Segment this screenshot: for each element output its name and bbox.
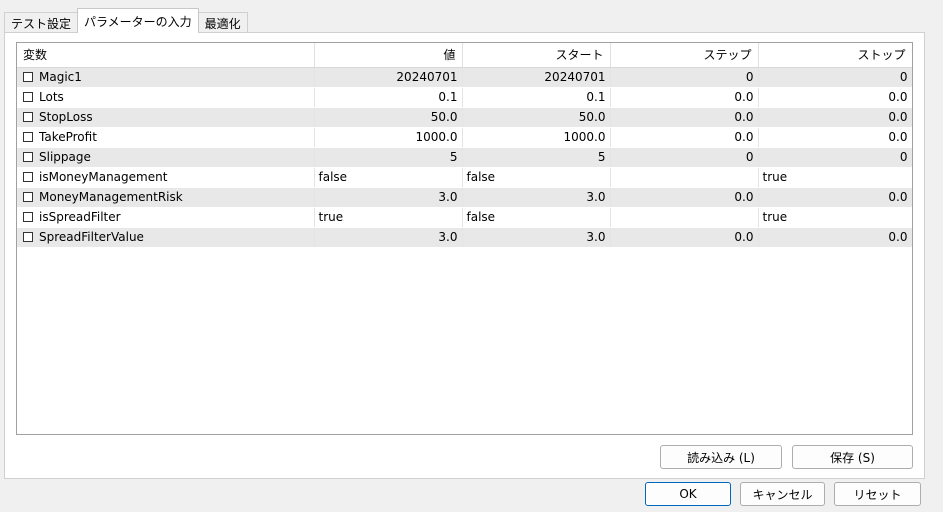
step-cell[interactable]: 0.0	[610, 87, 759, 108]
variable-cell[interactable]: TakeProfit	[17, 127, 315, 148]
optimize-checkbox[interactable]	[23, 232, 33, 242]
parameter-panel: 変数 値 スタート ステップ ストップ Magic1 20240701 2024…	[4, 32, 925, 479]
column-header-value[interactable]: 値	[314, 43, 463, 68]
table-row[interactable]: MoneyManagementRisk 3.0 3.0 0.0 0.0	[17, 187, 912, 208]
value-cell[interactable]: 1000.0	[314, 127, 463, 148]
variable-name: Magic1	[39, 70, 82, 84]
variable-cell[interactable]: MoneyManagementRisk	[17, 187, 315, 208]
variable-name: SpreadFilterValue	[39, 230, 144, 244]
tab-test-settings[interactable]: テスト設定	[4, 12, 79, 33]
stop-cell[interactable]: 0	[758, 147, 912, 168]
parameter-dialog: テスト設定 パラメーターの入力 最適化 変数 値 スタート ステップ ストップ	[0, 0, 943, 512]
stop-cell[interactable]: 0.0	[758, 107, 912, 128]
stop-cell[interactable]: 0.0	[758, 87, 912, 108]
start-cell[interactable]: false	[462, 207, 611, 228]
tab-parameter-input[interactable]: パラメーターの入力	[77, 8, 199, 33]
save-button[interactable]: 保存 (S)	[792, 445, 913, 469]
stop-cell[interactable]: 0	[758, 67, 912, 88]
variable-name: isMoneyManagement	[39, 170, 168, 184]
step-cell[interactable]: 0.0	[610, 127, 759, 148]
column-header-start[interactable]: スタート	[462, 43, 611, 68]
column-header-step[interactable]: ステップ	[610, 43, 759, 68]
optimize-checkbox[interactable]	[23, 212, 33, 222]
column-header-stop[interactable]: ストップ	[758, 43, 912, 68]
table-row[interactable]: Slippage 5 5 0 0	[17, 147, 912, 168]
value-cell[interactable]: 50.0	[314, 107, 463, 128]
variable-name: StopLoss	[39, 110, 93, 124]
load-button[interactable]: 読み込み (L)	[660, 445, 782, 469]
stop-cell[interactable]: true	[758, 167, 912, 188]
value-cell[interactable]: 3.0	[314, 227, 463, 248]
variable-cell[interactable]: Magic1	[17, 67, 315, 88]
variable-name: MoneyManagementRisk	[39, 190, 183, 204]
step-cell[interactable]: 0.0	[610, 107, 759, 128]
value-cell[interactable]: 5	[314, 147, 463, 168]
table-row[interactable]: TakeProfit 1000.0 1000.0 0.0 0.0	[17, 127, 912, 148]
step-cell[interactable]: 0.0	[610, 227, 759, 248]
variable-cell[interactable]: SpreadFilterValue	[17, 227, 315, 248]
variable-name: Slippage	[39, 150, 91, 164]
variable-cell[interactable]: isMoneyManagement	[17, 167, 315, 188]
start-cell[interactable]: 3.0	[462, 227, 611, 248]
variable-name: Lots	[39, 90, 64, 104]
variable-cell[interactable]: StopLoss	[17, 107, 315, 128]
variable-cell[interactable]: isSpreadFilter	[17, 207, 315, 228]
start-cell[interactable]: false	[462, 167, 611, 188]
start-cell[interactable]: 20240701	[462, 67, 611, 88]
variable-cell[interactable]: Slippage	[17, 147, 315, 168]
optimize-checkbox[interactable]	[23, 152, 33, 162]
optimize-checkbox[interactable]	[23, 192, 33, 202]
start-cell[interactable]: 3.0	[462, 187, 611, 208]
ok-button[interactable]: OK	[645, 482, 731, 506]
table-row[interactable]: isSpreadFilter true false true	[17, 207, 912, 228]
variable-name: TakeProfit	[39, 130, 97, 144]
start-cell[interactable]: 5	[462, 147, 611, 168]
header-row: 変数 値 スタート ステップ ストップ	[17, 43, 912, 68]
start-cell[interactable]: 1000.0	[462, 127, 611, 148]
tab-optimization[interactable]: 最適化	[197, 12, 248, 33]
table-row[interactable]: Lots 0.1 0.1 0.0 0.0	[17, 87, 912, 108]
step-cell[interactable]: 0.0	[610, 187, 759, 208]
value-cell[interactable]: 20240701	[314, 67, 463, 88]
value-cell[interactable]: 0.1	[314, 87, 463, 108]
stop-cell[interactable]: 0.0	[758, 227, 912, 248]
parameter-grid: 変数 値 スタート ステップ ストップ Magic1 20240701 2024…	[16, 42, 913, 435]
table-row[interactable]: StopLoss 50.0 50.0 0.0 0.0	[17, 107, 912, 128]
cancel-button[interactable]: キャンセル	[740, 482, 825, 506]
step-cell[interactable]	[610, 167, 759, 188]
reset-button[interactable]: リセット	[834, 482, 921, 506]
value-cell[interactable]: false	[314, 167, 463, 188]
optimize-checkbox[interactable]	[23, 132, 33, 142]
start-cell[interactable]: 50.0	[462, 107, 611, 128]
table-row[interactable]: Magic1 20240701 20240701 0 0	[17, 67, 912, 88]
optimize-checkbox[interactable]	[23, 72, 33, 82]
tab-bar: テスト設定 パラメーターの入力 最適化	[4, 8, 248, 33]
step-cell[interactable]: 0	[610, 147, 759, 168]
variable-cell[interactable]: Lots	[17, 87, 315, 108]
stop-cell[interactable]: 0.0	[758, 127, 912, 148]
stop-cell[interactable]: 0.0	[758, 187, 912, 208]
parameter-table: 変数 値 スタート ステップ ストップ Magic1 20240701 2024…	[17, 43, 912, 248]
step-cell[interactable]: 0	[610, 67, 759, 88]
optimize-checkbox[interactable]	[23, 112, 33, 122]
step-cell[interactable]	[610, 207, 759, 228]
value-cell[interactable]: true	[314, 207, 463, 228]
optimize-checkbox[interactable]	[23, 172, 33, 182]
table-row[interactable]: isMoneyManagement false false true	[17, 167, 912, 188]
value-cell[interactable]: 3.0	[314, 187, 463, 208]
table-row[interactable]: SpreadFilterValue 3.0 3.0 0.0 0.0	[17, 227, 912, 248]
optimize-checkbox[interactable]	[23, 92, 33, 102]
start-cell[interactable]: 0.1	[462, 87, 611, 108]
variable-name: isSpreadFilter	[39, 210, 121, 224]
stop-cell[interactable]: true	[758, 207, 912, 228]
column-header-variable[interactable]: 変数	[17, 43, 315, 68]
